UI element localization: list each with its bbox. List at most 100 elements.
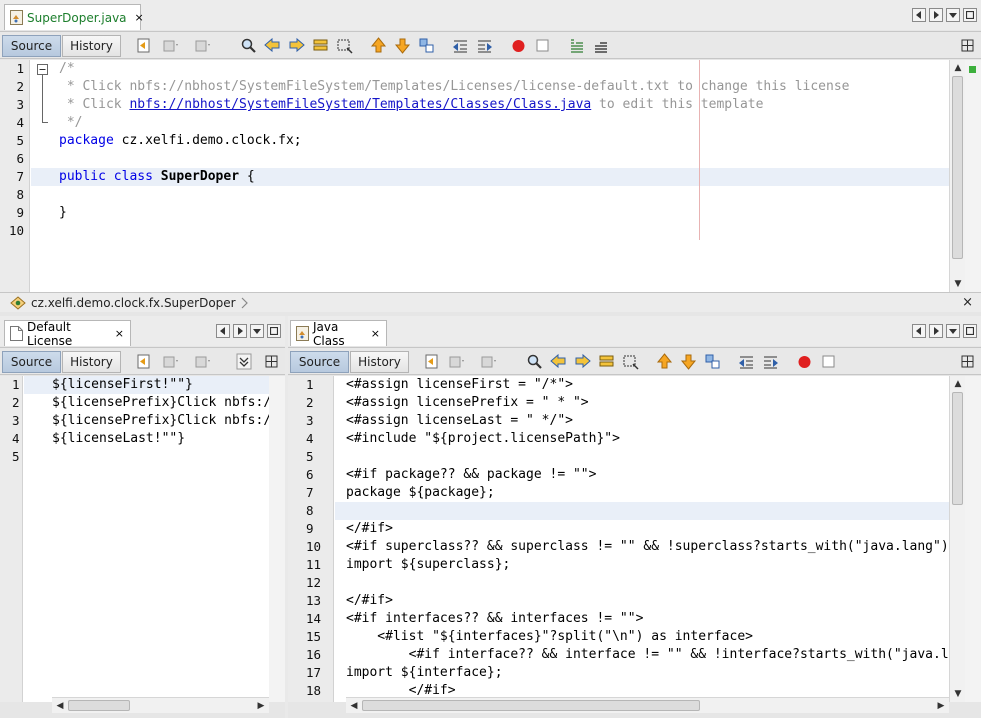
scroll-tabs-left-icon[interactable] xyxy=(912,324,926,338)
show-opened-documents-icon[interactable] xyxy=(250,324,264,338)
close-tab-icon[interactable]: × xyxy=(115,327,124,340)
scroll-down-icon[interactable]: ▼ xyxy=(951,277,965,291)
start-macro-icon[interactable] xyxy=(510,37,527,54)
scroll-left-icon[interactable]: ◀ xyxy=(53,699,67,713)
scroll-up-icon[interactable]: ▲ xyxy=(951,377,965,391)
find-previous-icon[interactable] xyxy=(550,353,567,370)
last-edit-icon[interactable] xyxy=(136,353,153,370)
code-line: <#assign licenseFirst = "/*"> xyxy=(346,377,573,392)
tab-default-license[interactable]: Default License × xyxy=(4,320,131,348)
vertical-scrollbar[interactable]: ▲ ▼ xyxy=(949,376,965,702)
scroll-tabs-left-icon[interactable] xyxy=(912,8,926,22)
tab-java-class[interactable]: Java Class × xyxy=(290,320,387,348)
previous-bookmark-icon[interactable] xyxy=(656,353,673,370)
scroll-right-icon[interactable]: ▶ xyxy=(254,699,268,713)
toggle-rect-select-icon[interactable] xyxy=(336,37,353,54)
line-number: 2 xyxy=(12,395,20,410)
fold-collapse-icon[interactable] xyxy=(37,64,48,75)
right-code-editor[interactable]: 1 2 3 4 5 6 7 8 9 10 11 12 13 14 15 16 1… xyxy=(288,376,981,702)
comment-icon[interactable] xyxy=(568,37,585,54)
last-edit-icon[interactable] xyxy=(424,353,441,370)
back-icon[interactable] xyxy=(162,37,179,54)
left-code-editor[interactable]: 1 2 3 4 5 ${licenseFirst!""} ${licensePr… xyxy=(0,376,285,702)
scroll-right-icon[interactable]: ▶ xyxy=(934,699,948,713)
last-edit-icon[interactable] xyxy=(136,37,153,54)
find-selection-icon[interactable] xyxy=(240,37,257,54)
scroll-tabs-left-icon[interactable] xyxy=(216,324,230,338)
top-code-editor[interactable]: 1 2 3 4 5 6 7 8 9 10 /* * Click nbfs://n… xyxy=(0,60,981,292)
top-editor-toolbar: Source History xyxy=(0,31,981,59)
next-bookmark-icon[interactable] xyxy=(680,353,697,370)
close-tab-icon[interactable]: × xyxy=(135,11,144,24)
shift-left-icon[interactable] xyxy=(738,353,755,370)
maximize-icon[interactable] xyxy=(267,324,281,338)
split-editor-icon[interactable] xyxy=(960,37,977,54)
horizontal-scrollbar[interactable]: ◀ ▶ xyxy=(346,697,949,713)
back-icon[interactable] xyxy=(162,353,179,370)
template-link[interactable]: nbfs://nbhost/SystemFileSystem/Templates… xyxy=(129,97,591,112)
line-number: 8 xyxy=(16,187,24,202)
line-number: 1 xyxy=(306,377,314,392)
toggle-rect-select-icon[interactable] xyxy=(622,353,639,370)
scroll-down-icon[interactable]: ▼ xyxy=(951,687,965,701)
scroll-thumb[interactable] xyxy=(952,392,963,505)
next-bookmark-icon[interactable] xyxy=(394,37,411,54)
more-actions-icon[interactable] xyxy=(236,353,253,370)
horizontal-scrollbar[interactable]: ◀ ▶ xyxy=(52,697,269,713)
find-next-icon[interactable] xyxy=(574,353,591,370)
scroll-thumb[interactable] xyxy=(362,700,700,711)
class-name: SuperDoper xyxy=(160,169,240,184)
vertical-scrollbar[interactable]: ▲ ▼ xyxy=(949,60,965,292)
line-number: 6 xyxy=(16,151,24,166)
line-number: 6 xyxy=(306,467,314,482)
scroll-tabs-right-icon[interactable] xyxy=(929,8,943,22)
code-line: <#include "${project.licensePath}"> xyxy=(346,431,620,446)
line-number: 18 xyxy=(306,683,322,698)
scroll-thumb[interactable] xyxy=(952,76,963,259)
forward-icon[interactable] xyxy=(194,37,211,54)
history-button[interactable]: History xyxy=(62,35,121,57)
source-button[interactable]: Source xyxy=(290,351,349,373)
previous-bookmark-icon[interactable] xyxy=(370,37,387,54)
line-number: 5 xyxy=(16,133,24,148)
breadcrumb-item[interactable]: cz.xelfi.demo.clock.fx.SuperDoper xyxy=(31,296,236,310)
maximize-icon[interactable] xyxy=(963,324,977,338)
forward-icon[interactable] xyxy=(194,353,211,370)
show-opened-documents-icon[interactable] xyxy=(946,8,960,22)
stop-macro-icon[interactable] xyxy=(534,37,551,54)
scroll-up-icon[interactable]: ▲ xyxy=(951,61,965,75)
back-icon[interactable] xyxy=(448,353,465,370)
code-line: <#if interface?? && interface != "" && !… xyxy=(346,647,949,662)
shift-right-icon[interactable] xyxy=(762,353,779,370)
show-opened-documents-icon[interactable] xyxy=(946,324,960,338)
line-number: 4 xyxy=(306,431,314,446)
split-editor-icon[interactable] xyxy=(264,353,281,370)
scroll-left-icon[interactable]: ◀ xyxy=(347,699,361,713)
uncomment-icon[interactable] xyxy=(592,37,609,54)
stop-macro-icon[interactable] xyxy=(820,353,837,370)
toggle-bookmark-icon[interactable] xyxy=(704,353,721,370)
scroll-tabs-right-icon[interactable] xyxy=(929,324,943,338)
find-next-icon[interactable] xyxy=(288,37,305,54)
source-button[interactable]: Source xyxy=(2,35,61,57)
toggle-highlight-icon[interactable] xyxy=(312,37,329,54)
close-tab-icon[interactable]: × xyxy=(371,327,380,340)
forward-icon[interactable] xyxy=(480,353,497,370)
maximize-icon[interactable] xyxy=(963,8,977,22)
split-editor-icon[interactable] xyxy=(960,353,977,370)
toggle-highlight-icon[interactable] xyxy=(598,353,615,370)
history-button[interactable]: History xyxy=(350,351,409,373)
shift-left-icon[interactable] xyxy=(452,37,469,54)
toggle-bookmark-icon[interactable] xyxy=(418,37,435,54)
history-button[interactable]: History xyxy=(62,351,121,373)
find-selection-icon[interactable] xyxy=(526,353,543,370)
scroll-tabs-right-icon[interactable] xyxy=(233,324,247,338)
source-button[interactable]: Source xyxy=(2,351,61,373)
start-macro-icon[interactable] xyxy=(796,353,813,370)
shift-right-icon[interactable] xyxy=(476,37,493,54)
code-line-5: package cz.xelfi.demo.clock.fx; xyxy=(59,132,302,150)
tab-superdoper-java[interactable]: SuperDoper.java × xyxy=(4,4,144,30)
find-previous-icon[interactable] xyxy=(264,37,281,54)
scroll-thumb[interactable] xyxy=(68,700,130,711)
close-breadcrumb-icon[interactable]: × xyxy=(962,295,973,310)
